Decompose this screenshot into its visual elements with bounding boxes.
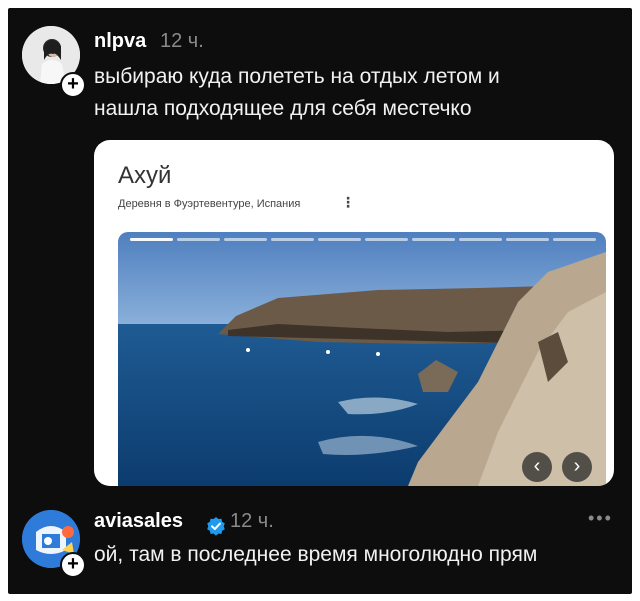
progress-segment (553, 238, 596, 241)
progress-segment (271, 238, 314, 241)
coast-image (118, 232, 606, 486)
next-photo-button[interactable]: › (562, 452, 592, 482)
follow-plus-icon[interactable]: + (60, 552, 86, 578)
post-text-line-2: нашла подходящее для себя местечко (94, 97, 472, 120)
story-progress (130, 238, 596, 241)
reply-username[interactable]: aviasales (94, 510, 183, 533)
progress-segment (224, 238, 267, 241)
progress-segment (459, 238, 502, 241)
reply-time: 12 ч. (230, 510, 274, 532)
place-subtitle: Деревня в Фуэртевентуре, Испания (118, 198, 301, 210)
previous-photo-button[interactable]: ‹ (522, 452, 552, 482)
progress-segment (318, 238, 361, 241)
post-username[interactable]: nlpva (94, 30, 146, 53)
progress-segment (177, 238, 220, 241)
progress-segment (130, 238, 173, 241)
verified-badge-icon (207, 517, 225, 536)
reply-text: ой, там в последнее время многолюдно пря… (94, 543, 538, 566)
place-photo[interactable]: ‹ › (118, 232, 606, 486)
thread-frame: + nlpva 12 ч. выбираю куда полететь на о… (8, 8, 632, 594)
follow-plus-icon[interactable]: + (60, 72, 86, 98)
place-card[interactable]: Ахуй Деревня в Фуэртевентуре, Испания ⋮ (94, 140, 614, 486)
post-text-line-1: выбираю куда полететь на отдых летом и (94, 65, 500, 88)
more-vert-icon[interactable]: ⋮ (341, 194, 355, 211)
progress-segment (506, 238, 549, 241)
progress-segment (412, 238, 455, 241)
more-options-icon[interactable]: ••• (588, 508, 613, 529)
post-time: 12 ч. (160, 30, 204, 52)
progress-segment (365, 238, 408, 241)
place-title: Ахуй (118, 162, 172, 189)
